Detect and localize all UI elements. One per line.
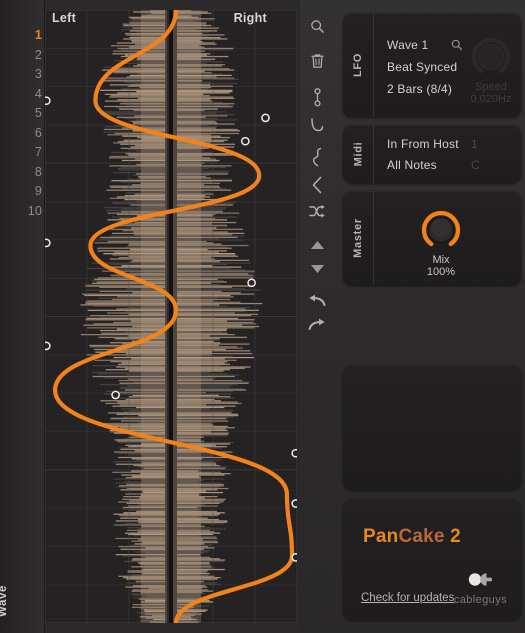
mix-knob-label: Mix: [432, 254, 450, 266]
center-split: [167, 10, 173, 623]
lfo-wave-name[interactable]: Wave 1: [387, 38, 428, 52]
lfo-tab[interactable]: LFO: [343, 13, 374, 117]
brand-version: 2: [450, 526, 461, 547]
wave-canvas[interactable]: [45, 10, 297, 623]
slot-6[interactable]: 6: [0, 126, 42, 140]
product-title: PanCake 2: [363, 526, 461, 548]
search-icon[interactable]: [300, 13, 334, 39]
curve-handle[interactable]: [247, 278, 256, 288]
angle-icon[interactable]: [300, 172, 334, 198]
plugin-window: 1 2 3 4 5 6 7 8 9 10 Wave Left Right LFO…: [0, 0, 525, 633]
cableguys-icon: [469, 573, 493, 586]
slot-3[interactable]: 3: [0, 67, 42, 81]
curve-handle[interactable]: [291, 499, 297, 508]
master-panel: Master Mix 100%: [343, 191, 521, 285]
slot-4[interactable]: 4: [0, 87, 42, 101]
lfo-rate[interactable]: 2 Bars (8/4): [387, 82, 452, 96]
channel-label-right: Right: [233, 11, 267, 25]
right-column: LFO Wave 1 Beat Synced 2 Bars (8/4) Spee…: [334, 0, 525, 633]
channel-label-left: Left: [52, 11, 77, 25]
mix-knob-value: 100%: [426, 266, 456, 278]
curve-handle[interactable]: [291, 448, 297, 458]
editor-toolbar[interactable]: [300, 0, 334, 350]
midi-tab-label: Midi: [351, 141, 364, 167]
empty-panel: [343, 365, 521, 490]
undo-icon[interactable]: [300, 288, 334, 314]
arrow-down-icon[interactable]: [300, 256, 334, 282]
midi-input[interactable]: In From Host: [387, 137, 459, 151]
lfo-tab-label: LFO: [351, 52, 364, 78]
slot-gutter[interactable]: 1 2 3 4 5 6 7 8 9 10: [0, 0, 45, 633]
mix-knob[interactable]: Mix 100%: [419, 208, 463, 278]
curve-handle[interactable]: [111, 390, 120, 400]
midi-notes[interactable]: All Notes: [387, 158, 437, 172]
vendor-logo[interactable]: cableguys: [454, 572, 507, 606]
node-icon[interactable]: [300, 84, 334, 110]
curve-handle[interactable]: [261, 113, 270, 123]
speed-knob-label: Speed: [475, 81, 507, 93]
slot-8[interactable]: 8: [0, 165, 42, 179]
curve-handle[interactable]: [45, 96, 51, 106]
midi-root-note[interactable]: C: [471, 158, 480, 172]
speed-knob[interactable]: Speed 0.020Hz: [469, 35, 513, 105]
curve-icon[interactable]: [300, 112, 334, 138]
vendor-name: cableguys: [453, 594, 507, 606]
lfo-sync-mode[interactable]: Beat Synced: [387, 60, 457, 74]
master-tab[interactable]: Master: [343, 191, 374, 285]
brand-pan: Pan: [363, 526, 399, 547]
redo-icon[interactable]: [300, 312, 334, 338]
check-for-updates-link[interactable]: Check for updates: [361, 592, 454, 604]
slot-1[interactable]: 1: [0, 28, 42, 42]
slot-5[interactable]: 5: [0, 106, 42, 120]
curve-handle[interactable]: [45, 341, 51, 351]
shuffle-icon[interactable]: [300, 198, 334, 224]
arrow-up-icon[interactable]: [300, 232, 334, 258]
midi-tab[interactable]: Midi: [343, 125, 374, 183]
master-tab-label: Master: [352, 218, 365, 258]
wave-section-label: Wave: [0, 584, 9, 617]
slot-10[interactable]: 10: [0, 204, 42, 218]
slot-2[interactable]: 2: [0, 48, 42, 62]
speed-knob-value: 0.020Hz: [470, 93, 512, 105]
search-icon[interactable]: [451, 38, 463, 56]
slot-7[interactable]: 7: [0, 145, 42, 159]
curve-handle[interactable]: [291, 553, 297, 562]
midi-panel: Midi In From Host 1 All Notes C: [343, 125, 521, 183]
brand-cake: Cake: [398, 526, 445, 547]
midi-channel[interactable]: 1: [471, 137, 478, 151]
wave-editor[interactable]: 1 2 3 4 5 6 7 8 9 10 Wave Left Right: [0, 0, 300, 633]
scurve-icon[interactable]: [300, 144, 334, 170]
curve-handle[interactable]: [45, 238, 51, 248]
slot-9[interactable]: 9: [0, 184, 42, 198]
brand-panel: PanCake 2 Check for updates cableguys: [343, 498, 521, 620]
trash-icon[interactable]: [300, 48, 334, 74]
curve-handle[interactable]: [240, 136, 250, 146]
lfo-panel: LFO Wave 1 Beat Synced 2 Bars (8/4) Spee…: [343, 13, 521, 117]
